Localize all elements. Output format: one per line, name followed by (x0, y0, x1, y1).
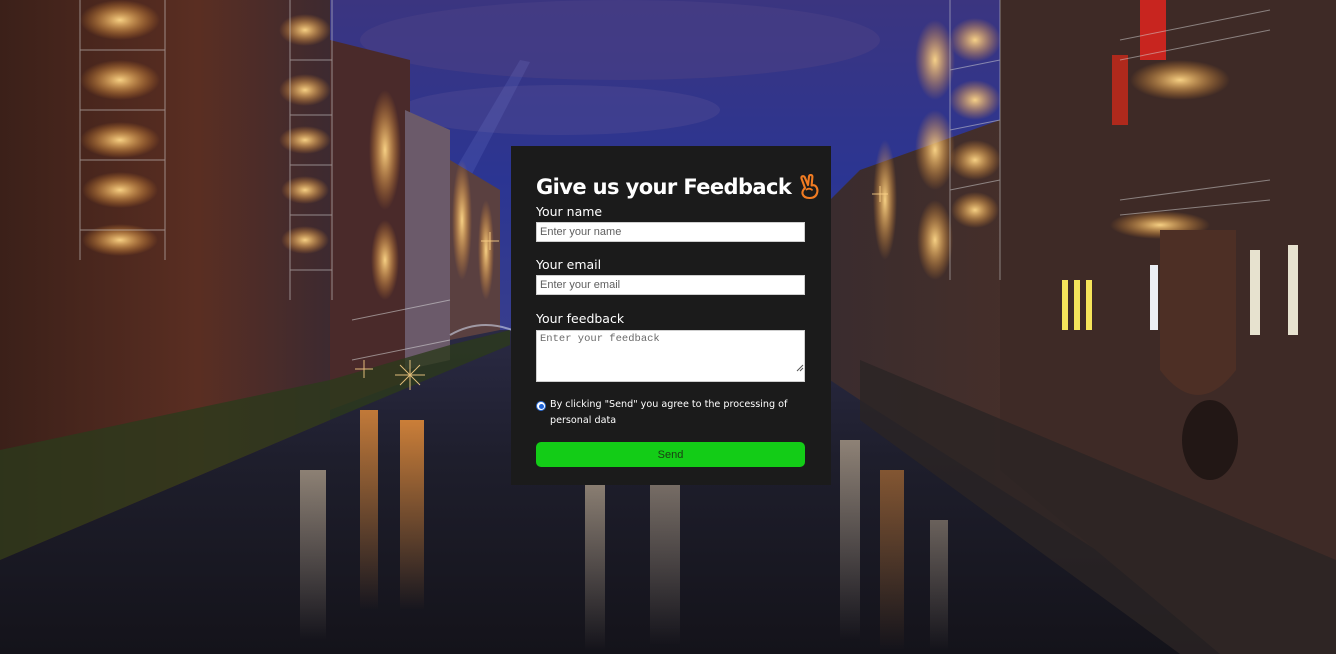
name-input[interactable] (536, 222, 805, 242)
form-header: Give us your Feedback (536, 172, 819, 202)
email-label: Your email (536, 257, 602, 272)
send-button[interactable]: Send (536, 442, 805, 467)
name-label: Your name (536, 204, 603, 219)
feedback-textarea[interactable] (536, 330, 805, 382)
consent-option[interactable]: By clicking "Send" you agree to the proc… (536, 399, 805, 429)
victory-hand-icon (798, 173, 820, 200)
consent-text: By clicking "Send" you agree to the proc… (550, 399, 788, 426)
consent-radio[interactable] (536, 401, 546, 411)
feedback-form: Give us your Feedback Your name Your ema… (511, 146, 831, 485)
resize-grip-icon[interactable] (796, 364, 804, 372)
email-input[interactable] (536, 275, 805, 295)
form-title: Give us your Feedback (536, 175, 792, 199)
feedback-label: Your feedback (536, 311, 625, 326)
